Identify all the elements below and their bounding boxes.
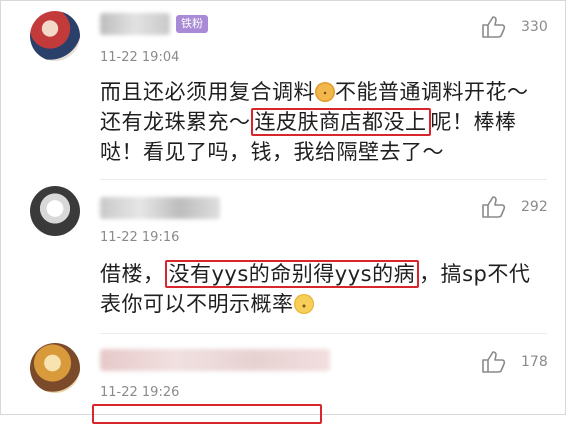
fan-badge: 铁粉 [176, 15, 208, 33]
highlight-box: 连皮肤商店都没上 [250, 108, 431, 136]
username-blurred[interactable] [100, 13, 170, 35]
thumbs-up-icon[interactable] [481, 15, 507, 39]
avatar[interactable] [30, 186, 80, 236]
username-blurred[interactable] [100, 197, 220, 219]
comment-time: 11-22 19:26 [100, 385, 180, 400]
emoji-face-icon [315, 82, 335, 102]
divider [100, 179, 547, 180]
avatar[interactable] [30, 11, 80, 61]
like-button[interactable]: 178 [481, 350, 548, 374]
highlight-box [92, 404, 322, 424]
avatar[interactable] [30, 343, 80, 393]
like-button[interactable]: 292 [481, 195, 548, 219]
comment-time: 11-22 19:04 [100, 50, 180, 65]
thumbs-up-icon[interactable] [481, 350, 507, 374]
comment-time: 11-22 19:16 [100, 230, 180, 245]
like-count: 178 [521, 354, 548, 370]
divider [100, 333, 547, 334]
comment-text: 借楼， 没有yys的命别得yys的病 ，搞sp不代表你可以不明示概率 [100, 260, 531, 316]
highlight-box: 没有yys的命别得yys的病 [164, 260, 420, 288]
username-blurred[interactable] [100, 349, 330, 371]
like-button[interactable]: 330 [481, 15, 548, 39]
like-count: 330 [521, 19, 548, 35]
comment-text: 而且还必须用复合调料 不能普通调料开花～还有龙珠累充～ 连皮肤商店都没上 呢！棒棒哒！… [100, 80, 529, 164]
thumbs-up-icon[interactable] [481, 195, 507, 219]
emoji-face-icon [293, 294, 314, 314]
like-count: 292 [521, 199, 548, 215]
comment-list: 铁粉 11-22 19:04 330 而且还必须用复合调料 不能普通调料开花～还有… [0, 0, 566, 424]
